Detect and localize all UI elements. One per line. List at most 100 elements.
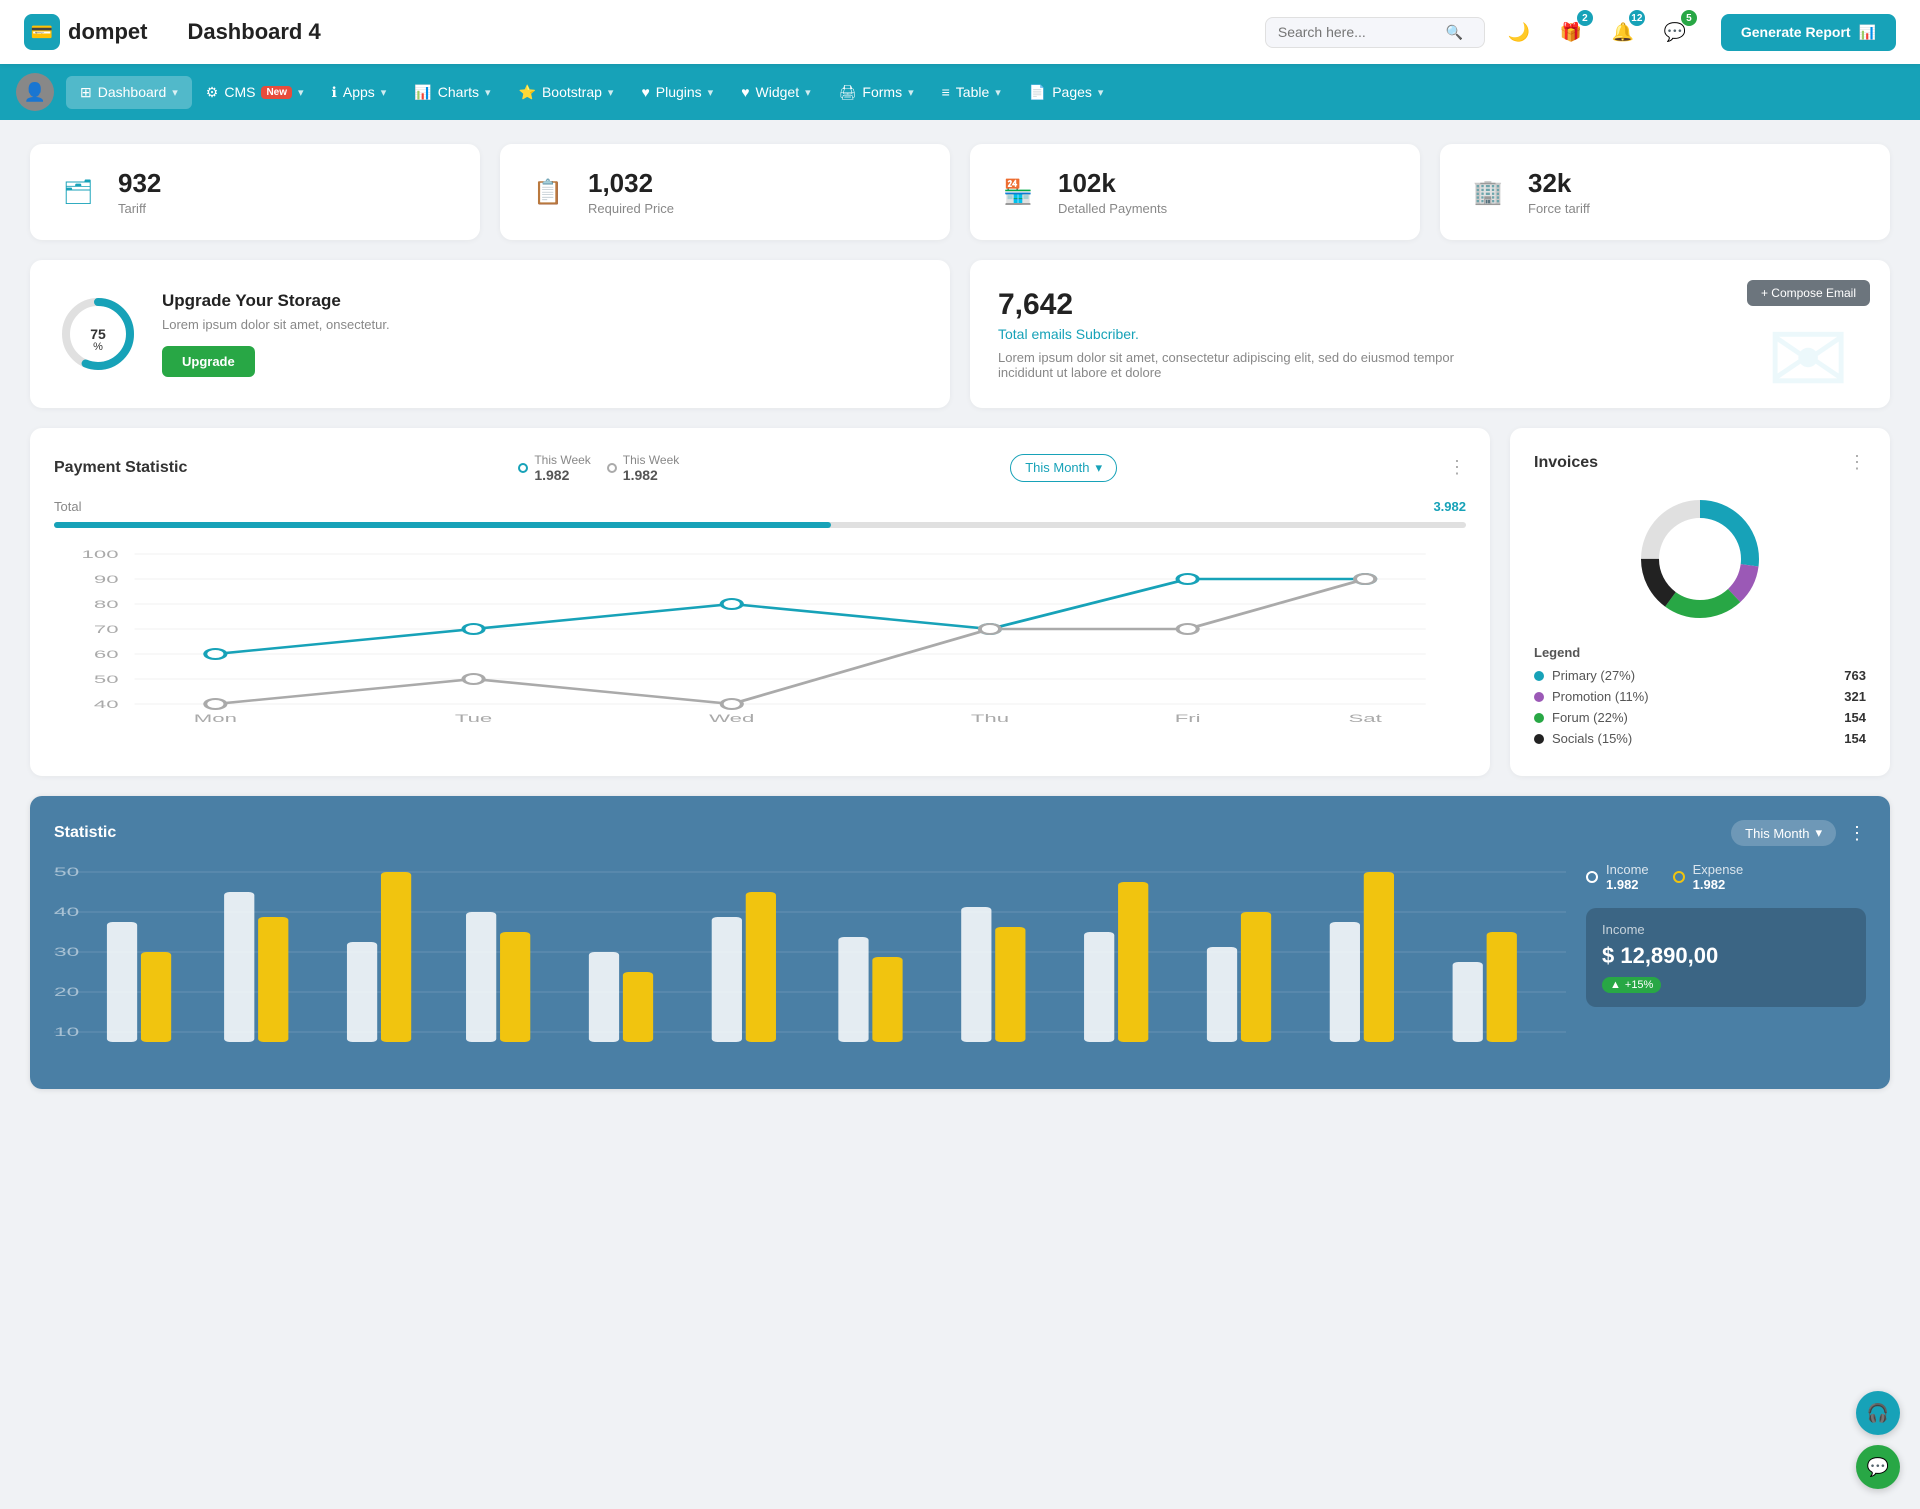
price-number: 1,032 — [588, 168, 674, 199]
dot-gray — [607, 463, 617, 473]
more-options-button[interactable]: ⋮ — [1448, 457, 1466, 478]
week2-filter: This Week 1.982 — [607, 452, 679, 483]
bar-chart-wrapper: 50 40 30 20 10 — [54, 862, 1566, 1065]
gift-btn[interactable]: 🎁 2 — [1553, 14, 1589, 50]
svg-text:40: 40 — [54, 905, 79, 918]
svg-text:Fri: Fri — [1175, 712, 1201, 724]
cms-icon: ⚙ — [206, 84, 219, 101]
expense-dot — [1673, 871, 1685, 883]
week1-filter: This Week 1.982 — [518, 452, 590, 483]
nav-item-forms[interactable]: 🖨 Forms ▾ — [825, 76, 928, 109]
nav-item-table[interactable]: ≡ Table ▾ — [928, 76, 1015, 108]
user-avatar: 👤 — [16, 73, 54, 111]
dot-primary — [1534, 671, 1544, 681]
whatsapp-icon: 💬 — [1867, 1457, 1889, 1478]
donut-percent: 75 — [90, 326, 106, 342]
payments-label: Detalled Payments — [1058, 201, 1167, 216]
price-label: Required Price — [588, 201, 674, 216]
navbar: 👤 ⊞ Dashboard ▾ ⚙ CMS New ▾ ℹ Apps ▾ 📊 C… — [0, 64, 1920, 120]
chevron-down-icon: ▾ — [1096, 460, 1103, 476]
statistic-bottom: 50 40 30 20 10 — [54, 862, 1866, 1065]
forms-icon: 🖨 — [839, 84, 857, 101]
tariff-label: Tariff — [118, 201, 161, 216]
invoices-legend: Legend Primary (27%) 763 Promotion (11%)… — [1534, 645, 1866, 746]
nav-item-dashboard[interactable]: ⊞ Dashboard ▾ — [66, 76, 192, 109]
invoices-more-btn[interactable]: ⋮ — [1848, 452, 1866, 473]
price-icon: 📋 — [524, 168, 572, 216]
theme-toggle-btn[interactable]: 🌙 — [1501, 14, 1537, 50]
month-selector-button[interactable]: This Month ▾ — [1010, 454, 1117, 482]
statistic-header: Statistic This Month ▾ ⋮ — [54, 820, 1866, 846]
stat-card-price: 📋 1,032 Required Price — [500, 144, 950, 240]
storage-card: 75 % Upgrade Your Storage Lorem ipsum do… — [30, 260, 950, 408]
invoices-donut-svg — [1630, 489, 1770, 629]
svg-text:60: 60 — [94, 648, 119, 661]
income-expense-row: Income 1.982 Expense 1.982 — [1586, 862, 1866, 892]
payments-number: 102k — [1058, 168, 1167, 199]
logo: 💳 dompet — [24, 14, 147, 50]
chevron-down-icon: ▾ — [1815, 825, 1822, 841]
statistic-card: Statistic This Month ▾ ⋮ — [30, 796, 1890, 1089]
pages-icon: 📄 — [1029, 84, 1046, 101]
generate-report-button[interactable]: Generate Report 📊 — [1721, 14, 1896, 51]
svg-text:10: 10 — [54, 1025, 79, 1038]
progress-bar — [54, 522, 1466, 528]
nav-item-pages[interactable]: 📄 Pages ▾ — [1015, 76, 1118, 109]
main-content: 🗂 932 Tariff 📋 1,032 Required Price 🏪 10… — [0, 120, 1920, 1113]
logo-text: dompet — [68, 19, 147, 45]
email-subtitle: Total emails Subcriber. — [998, 326, 1862, 342]
apps-icon: ℹ — [332, 84, 337, 101]
payment-filters: This Week 1.982 This Week 1.982 — [518, 452, 679, 483]
header: 💳 dompet Dashboard 4 🔍 🌙 🎁 2 🔔 12 💬 5 Ge… — [0, 0, 1920, 64]
chat-btn[interactable]: 💬 5 — [1657, 14, 1693, 50]
nav-item-charts[interactable]: 📊 Charts ▾ — [400, 76, 504, 109]
nav-item-bootstrap[interactable]: ⭐ Bootstrap ▾ — [505, 76, 628, 109]
fab-whatsapp-button[interactable]: 💬 — [1856, 1445, 1900, 1489]
upgrade-button[interactable]: Upgrade — [162, 346, 255, 377]
chevron-down-icon: ▾ — [995, 86, 1001, 99]
line-chart-svg: 100 90 80 70 60 50 40 Mon Tue Wed Thu Fr… — [54, 544, 1466, 724]
headset-icon: 🎧 — [1867, 1403, 1889, 1424]
week1-info: This Week 1.982 — [534, 452, 590, 483]
header-icons: 🌙 🎁 2 🔔 12 💬 5 Generate Report 📊 — [1501, 14, 1896, 51]
force-tariff-icon: 🏢 — [1464, 168, 1512, 216]
fab-chat-button[interactable]: 🎧 — [1856, 1391, 1900, 1435]
bar-chart-svg: 50 40 30 20 10 — [54, 862, 1566, 1062]
nav-item-widget[interactable]: ♥ Widget ▾ — [727, 76, 824, 108]
tariff-icon: 🗂 — [54, 168, 102, 216]
storage-title: Upgrade Your Storage — [162, 291, 390, 311]
total-bar: Total 3.982 — [54, 499, 1466, 514]
nav-item-plugins[interactable]: ♥ Plugins ▾ — [627, 76, 727, 108]
legend-primary: Primary (27%) 763 — [1534, 668, 1866, 683]
stat-card-tariff: 🗂 932 Tariff — [30, 144, 480, 240]
expense-item: Expense 1.982 — [1673, 862, 1744, 892]
svg-text:30: 30 — [54, 945, 79, 958]
payment-header: Payment Statistic This Week 1.982 This W… — [54, 452, 1466, 483]
storage-info: Upgrade Your Storage Lorem ipsum dolor s… — [162, 291, 390, 377]
svg-text:Wed: Wed — [709, 712, 754, 724]
statistic-more-btn[interactable]: ⋮ — [1848, 823, 1866, 844]
arrow-up-icon: ▲ — [1610, 979, 1621, 991]
income-badge: ▲ +15% — [1602, 977, 1661, 993]
tariff-number: 932 — [118, 168, 161, 199]
svg-text:50: 50 — [54, 865, 79, 878]
search-icon[interactable]: 🔍 — [1446, 24, 1463, 41]
logo-icon: 💳 — [24, 14, 60, 50]
nav-item-cms[interactable]: ⚙ CMS New ▾ — [192, 76, 318, 109]
statistic-month-button[interactable]: This Month ▾ — [1731, 820, 1836, 846]
invoices-header: Invoices ⋮ — [1534, 452, 1866, 473]
payments-info: 102k Detalled Payments — [1058, 168, 1167, 216]
charts-row: Payment Statistic This Week 1.982 This W… — [30, 428, 1890, 776]
legend-socials: Socials (15%) 154 — [1534, 731, 1866, 746]
svg-text:80: 80 — [94, 598, 119, 611]
search-input[interactable] — [1278, 24, 1438, 40]
svg-text:70: 70 — [94, 623, 119, 636]
svg-text:100: 100 — [82, 548, 119, 561]
nav-item-apps[interactable]: ℹ Apps ▾ — [318, 76, 401, 109]
bell-badge: 12 — [1629, 10, 1645, 26]
bell-btn[interactable]: 🔔 12 — [1605, 14, 1641, 50]
email-description: Lorem ipsum dolor sit amet, consectetur … — [998, 350, 1498, 380]
chat-badge: 5 — [1681, 10, 1697, 26]
fab-container: 🎧 💬 — [1856, 1391, 1900, 1489]
chevron-down-icon: ▾ — [298, 86, 304, 99]
